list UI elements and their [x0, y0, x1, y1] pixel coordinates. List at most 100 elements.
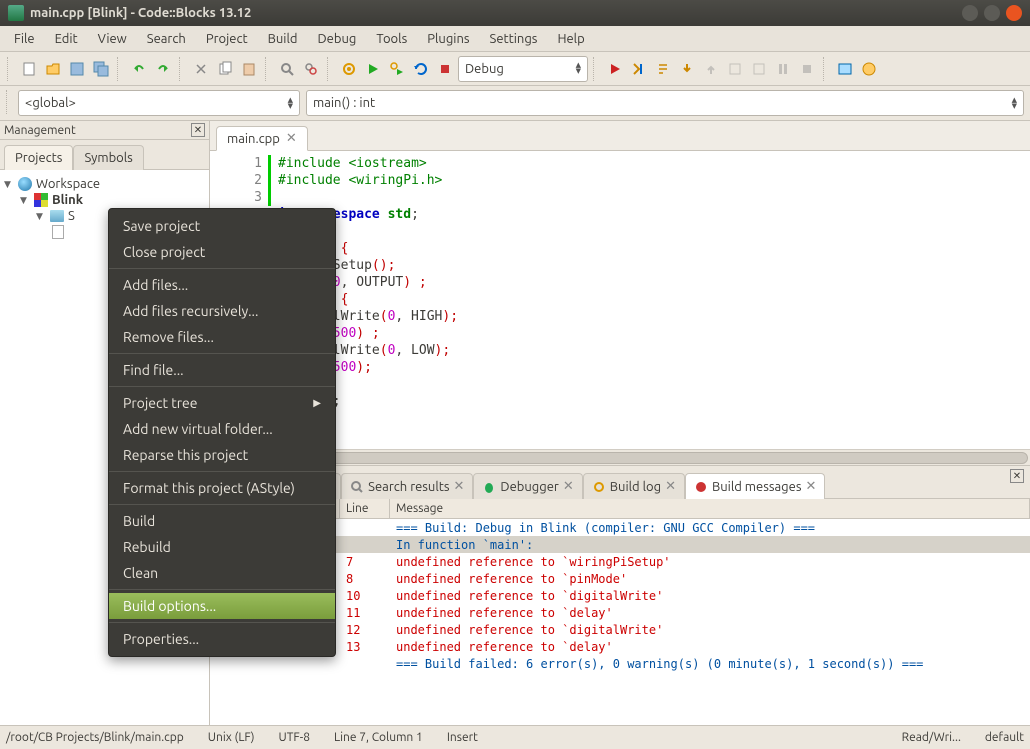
statusbar: /root/CB Projects/Blink/main.cpp Unix (L…: [0, 725, 1030, 749]
copy-icon[interactable]: [214, 58, 236, 80]
scope-function-combo[interactable]: main() : int ▲▼: [306, 90, 1024, 116]
close-panel-icon[interactable]: ✕: [191, 123, 205, 137]
run-to-cursor-icon[interactable]: [628, 58, 650, 80]
stop-debug-icon[interactable]: [796, 58, 818, 80]
tab-build-log[interactable]: Build log✕: [583, 473, 685, 499]
bug-icon: [482, 480, 496, 494]
save-icon[interactable]: [66, 58, 88, 80]
tree-toggle-icon[interactable]: ▼: [36, 211, 46, 222]
editor-tab-main[interactable]: main.cpp ✕: [216, 126, 308, 151]
close-panel-icon[interactable]: ✕: [1010, 469, 1024, 483]
step-into-icon[interactable]: [676, 58, 698, 80]
status-path: /root/CB Projects/Blink/main.cpp: [6, 731, 184, 744]
menu-item-add-files[interactable]: Add files...: [109, 272, 335, 298]
run-icon[interactable]: [362, 58, 384, 80]
status-encoding: UTF-8: [279, 731, 310, 744]
abort-icon[interactable]: [434, 58, 456, 80]
menu-help[interactable]: Help: [547, 29, 594, 49]
info-icon[interactable]: [858, 58, 880, 80]
debug-start-icon[interactable]: [604, 58, 626, 80]
close-tab-icon[interactable]: ✕: [454, 479, 465, 494]
step-instr-icon[interactable]: [748, 58, 770, 80]
tree-toggle-icon[interactable]: ▼: [4, 179, 14, 190]
next-instr-icon[interactable]: [724, 58, 746, 80]
build-target-combo[interactable]: Debug ▲▼: [458, 56, 588, 82]
menu-plugins[interactable]: Plugins: [417, 29, 479, 49]
tree-toggle-icon[interactable]: ▼: [20, 195, 30, 206]
debug-windows-icon[interactable]: [834, 58, 856, 80]
save-all-icon[interactable]: [90, 58, 112, 80]
menu-item-save-project[interactable]: Save project: [109, 213, 335, 239]
maximize-button[interactable]: [984, 5, 1000, 21]
build-target-value: Debug: [465, 62, 504, 76]
menu-item-properties[interactable]: Properties...: [109, 626, 335, 652]
cut-icon[interactable]: [190, 58, 212, 80]
next-line-icon[interactable]: [652, 58, 674, 80]
file-icon: [52, 225, 64, 239]
menu-search[interactable]: Search: [137, 29, 196, 49]
menu-item-project-tree[interactable]: Project tree▶: [109, 390, 335, 416]
menu-item-reparse-this-project[interactable]: Reparse this project: [109, 442, 335, 468]
col-msg-header[interactable]: Message: [390, 499, 1030, 518]
close-window-button[interactable]: [1006, 5, 1022, 21]
menu-settings[interactable]: Settings: [480, 29, 548, 49]
project-icon: [34, 193, 48, 207]
scope-grip[interactable]: [6, 90, 12, 114]
toolbar-grip[interactable]: [7, 57, 13, 81]
menu-tools[interactable]: Tools: [366, 29, 417, 49]
status-insert: Insert: [447, 731, 478, 744]
break-icon[interactable]: [772, 58, 794, 80]
menu-project[interactable]: Project: [196, 29, 258, 49]
close-tab-icon[interactable]: ✕: [563, 479, 574, 494]
scope-class-combo[interactable]: <global> ▲▼: [18, 90, 300, 116]
menu-item-build[interactable]: Build: [109, 508, 335, 534]
menu-item-rebuild[interactable]: Rebuild: [109, 534, 335, 560]
find-icon[interactable]: [276, 58, 298, 80]
redo-icon[interactable]: [152, 58, 174, 80]
rebuild-icon[interactable]: [410, 58, 432, 80]
menu-item-build-options[interactable]: Build options...: [109, 593, 335, 619]
menu-item-add-new-virtual-folder[interactable]: Add new virtual folder...: [109, 416, 335, 442]
menu-edit[interactable]: Edit: [45, 29, 88, 49]
open-icon[interactable]: [42, 58, 64, 80]
combo-arrows-icon: ▲▼: [288, 98, 293, 109]
close-tab-icon[interactable]: ✕: [665, 479, 676, 494]
minimize-button[interactable]: [962, 5, 978, 21]
menu-debug[interactable]: Debug: [307, 29, 366, 49]
management-header: Management ✕: [0, 121, 209, 140]
new-file-icon[interactable]: [18, 58, 40, 80]
menu-file[interactable]: File: [4, 29, 45, 49]
tab-projects[interactable]: Projects: [4, 145, 73, 170]
menu-item-clean[interactable]: Clean: [109, 560, 335, 586]
project-context-menu[interactable]: Save projectClose projectAdd files...Add…: [108, 208, 336, 657]
menu-item-close-project[interactable]: Close project: [109, 239, 335, 265]
build-run-icon[interactable]: [386, 58, 408, 80]
tree-project[interactable]: ▼ Blink: [4, 192, 205, 208]
tab-symbols[interactable]: Symbols: [73, 145, 143, 170]
replace-icon[interactable]: [300, 58, 322, 80]
message-row[interactable]: === Build failed: 6 error(s), 0 warning(…: [210, 655, 1030, 672]
menu-separator: [109, 268, 335, 269]
menu-item-add-files-recursively[interactable]: Add files recursively...: [109, 298, 335, 324]
tab-search-results[interactable]: Search results✕: [341, 473, 473, 499]
close-tab-icon[interactable]: ✕: [286, 131, 297, 146]
menu-item-find-file[interactable]: Find file...: [109, 357, 335, 383]
step-out-icon[interactable]: [700, 58, 722, 80]
col-line-header[interactable]: Line: [340, 499, 390, 518]
menubar: File Edit View Search Project Build Debu…: [0, 26, 1030, 52]
toolbar-sep: [179, 57, 185, 81]
toolbar-sep: [823, 57, 829, 81]
tab-build-messages[interactable]: Build messages✕: [685, 473, 825, 499]
build-icon[interactable]: [338, 58, 360, 80]
menu-build[interactable]: Build: [258, 29, 308, 49]
paste-icon[interactable]: [238, 58, 260, 80]
menu-item-remove-files[interactable]: Remove files...: [109, 324, 335, 350]
tree-workspace[interactable]: ▼ Workspace: [4, 176, 205, 192]
undo-icon[interactable]: [128, 58, 150, 80]
menu-view[interactable]: View: [88, 29, 137, 49]
tab-debugger[interactable]: Debugger✕: [473, 473, 582, 499]
close-tab-icon[interactable]: ✕: [805, 479, 816, 494]
editor-tab-label: main.cpp: [227, 132, 280, 146]
menu-item-format-this-project-astyle[interactable]: Format this project (AStyle): [109, 475, 335, 501]
code-content[interactable]: #include <iostream> #include <wiringPi.h…: [274, 151, 1030, 449]
